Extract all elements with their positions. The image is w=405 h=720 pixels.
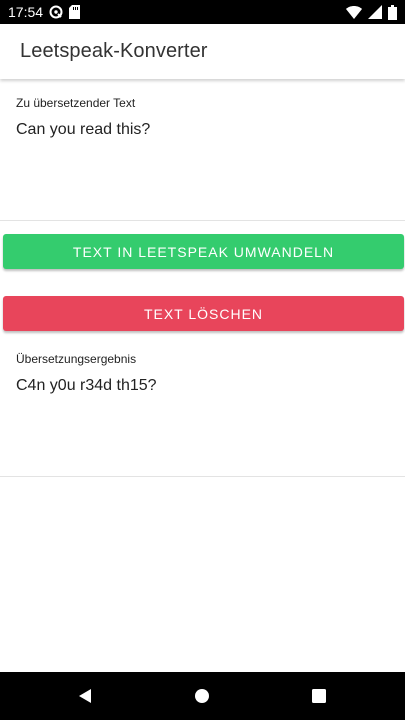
battery-icon — [388, 4, 397, 20]
back-icon[interactable] — [55, 672, 115, 720]
app-toolbar: Leetspeak-Konverter — [0, 24, 405, 79]
input-label: Zu übersetzender Text — [16, 96, 136, 110]
sd-card-icon — [69, 5, 81, 19]
app-window: Leetspeak-Konverter Zu übersetzender Tex… — [0, 24, 405, 672]
status-time: 17:54 — [8, 4, 44, 20]
status-bar: 17:54 — [0, 0, 405, 24]
convert-button[interactable]: TEXT IN LEETSPEAK UMWANDELN — [3, 234, 404, 269]
navigation-bar — [0, 672, 405, 720]
recents-icon[interactable] — [289, 672, 349, 720]
wifi-icon — [346, 5, 362, 19]
home-icon[interactable] — [172, 672, 232, 720]
input-value[interactable]: Can you read this? — [16, 121, 150, 139]
signal-icon — [368, 5, 382, 19]
result-value[interactable]: C4n y0u r34d th15? — [16, 377, 157, 395]
result-label: Übersetzungsergebnis — [16, 352, 137, 366]
result-text-field[interactable]: Übersetzungsergebnis C4n y0u r34d th15? — [0, 336, 405, 477]
page-title: Leetspeak-Konverter — [20, 40, 208, 62]
sync-icon — [49, 5, 63, 19]
input-text-field[interactable]: Zu übersetzender Text Can you read this? — [0, 79, 405, 221]
clear-button[interactable]: TEXT LÖSCHEN — [3, 296, 404, 331]
